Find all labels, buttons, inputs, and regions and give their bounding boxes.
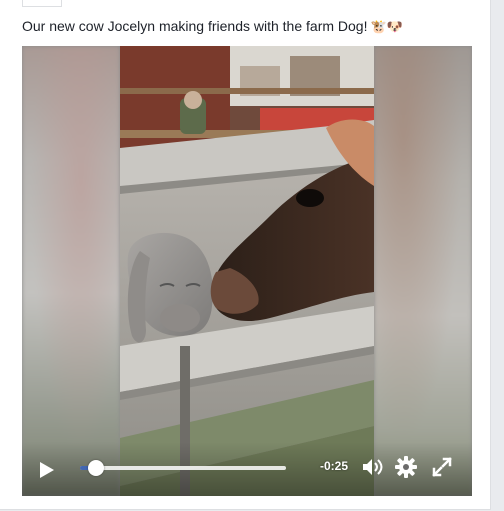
post-message: Our new cow Jocelyn making friends with … [22,18,368,34]
settings-button[interactable] [394,455,418,479]
progress-bar[interactable] [80,460,286,476]
video-frame[interactable] [120,46,374,496]
fullscreen-button[interactable] [430,455,454,479]
fullscreen-icon [432,457,452,477]
video-blur-right [374,46,472,496]
gear-icon [395,456,417,478]
volume-button[interactable] [360,455,384,479]
post-text: Our new cow Jocelyn making friends with … [22,17,403,36]
post-card: Our new cow Jocelyn making friends with … [0,0,491,510]
play-button[interactable] [36,460,56,480]
volume-icon [363,459,383,475]
video-blur-left [22,46,120,496]
video-controls: -0:25 [22,442,472,496]
post-header [68,0,298,3]
progress-handle[interactable] [88,460,105,476]
play-icon [40,462,54,478]
video-scene [120,46,374,496]
post-emojis: 🐮🐶 [370,19,403,34]
video-player[interactable]: -0:25 [22,46,472,496]
time-remaining: -0:25 [320,459,349,473]
avatar[interactable] [22,0,62,7]
